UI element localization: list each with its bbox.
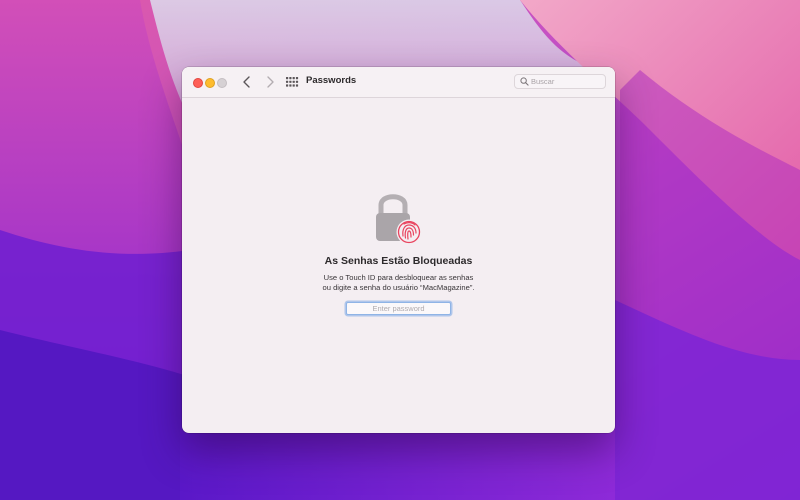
password-input[interactable]: [347, 303, 450, 314]
window-title: Passwords: [306, 75, 357, 86]
touch-id-fingerprint-icon: [396, 219, 422, 245]
password-field[interactable]: [346, 302, 451, 315]
search-input[interactable]: [531, 75, 603, 88]
grid-icon: [286, 77, 299, 87]
forward-button[interactable]: [261, 73, 279, 91]
passwords-window: Passwords As Senhas Estão Bloqueadas Use…: [182, 67, 615, 433]
locked-heading: As Senhas Estão Bloqueadas: [324, 255, 473, 267]
show-all-preferences-button[interactable]: [284, 74, 300, 90]
window-toolbar: Passwords: [182, 67, 615, 98]
search-field[interactable]: [514, 74, 606, 89]
zoom-window-button[interactable]: [217, 78, 227, 88]
minimize-window-button[interactable]: [205, 78, 215, 88]
locked-description-line-2: ou digite a senha do usuário “MacMagazin…: [322, 283, 475, 292]
locked-description-line-1: Use o Touch ID para desbloquear as senha…: [323, 273, 474, 282]
back-button[interactable]: [238, 73, 256, 91]
close-window-button[interactable]: [193, 78, 203, 88]
lock-icon: [376, 194, 422, 245]
search-icon: [520, 77, 529, 86]
chevron-right-icon: [267, 76, 274, 88]
chevron-left-icon: [243, 76, 250, 88]
